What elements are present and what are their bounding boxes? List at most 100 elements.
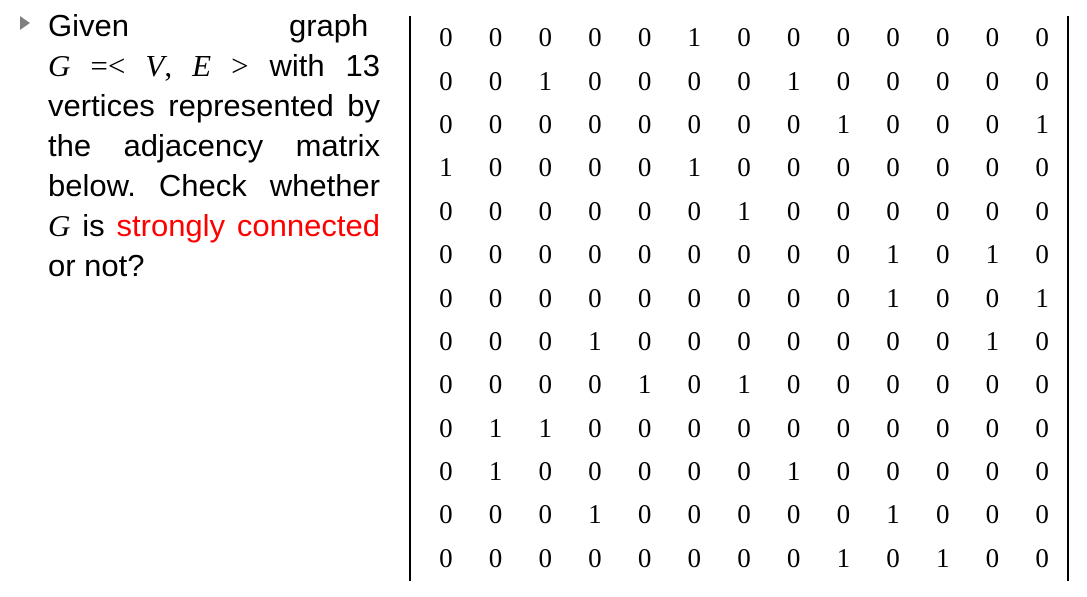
- matrix-cell: 1: [886, 239, 900, 270]
- matrix-cell: 0: [637, 195, 652, 226]
- matrix-cell: 0: [637, 239, 652, 270]
- matrix-cell: 0: [786, 282, 801, 313]
- matrix-row: 0 0 0 1 0 0 0 0 0 1 0 0 0: [411, 493, 1067, 536]
- matrix-cell: 0: [737, 456, 751, 487]
- matrix-cell: 0: [439, 499, 453, 530]
- matrix-cell: 0: [488, 325, 503, 356]
- matrix-cell: 0: [935, 369, 950, 400]
- matrix-cell: 0: [637, 499, 652, 530]
- matrix-cell: 0: [786, 325, 801, 356]
- matrix-cell: 0: [886, 152, 900, 183]
- matrix-cell: 1: [935, 542, 950, 573]
- matrix-cell: 0: [786, 22, 801, 53]
- matrix-cell: 0: [786, 412, 801, 443]
- matrix-cell: 0: [1035, 369, 1049, 400]
- matrix-row: 0 0 0 0 0 1 0 0 0 0 0 0 0: [411, 16, 1067, 59]
- matrix-cell: 0: [687, 282, 702, 313]
- matrix-cell: 0: [786, 542, 801, 573]
- matrix-cell: 0: [985, 499, 1000, 530]
- matrix-cell: 1: [737, 195, 751, 226]
- adjacency-matrix: 0 0 0 0 0 1 0 0 0 0 0 0 0 0 0 1 0 0 0 0 1 0 0 0 0 0 0 0 0 0 0 0 0 0 1 0 0 0 1 1…: [409, 16, 1069, 581]
- matrix-cell: 0: [588, 22, 602, 53]
- matrix-cell: 0: [637, 65, 652, 96]
- matrix-cell: 0: [588, 239, 602, 270]
- math-v: V: [145, 48, 165, 83]
- matrix-cell: 0: [786, 239, 801, 270]
- matrix-cell: 0: [588, 412, 602, 443]
- matrix-cell: 0: [439, 65, 453, 96]
- matrix-cell: 0: [439, 22, 453, 53]
- matrix-cell: 0: [886, 542, 900, 573]
- matrix-cell: 0: [935, 239, 950, 270]
- matrix-cell: 0: [1035, 412, 1049, 443]
- math-g2: G: [48, 208, 71, 243]
- matrix-cell: 0: [687, 325, 702, 356]
- matrix-cell: 0: [786, 369, 801, 400]
- matrix-cell: 0: [588, 542, 602, 573]
- matrix-cell: 0: [985, 108, 1000, 139]
- matrix-cell: 0: [935, 195, 950, 226]
- matrix-cell: 0: [588, 282, 602, 313]
- matrix-cell: 0: [687, 65, 702, 96]
- matrix-cell: 1: [836, 542, 851, 573]
- matrix-cell: 1: [1035, 282, 1049, 313]
- matrix-cell: 0: [985, 412, 1000, 443]
- matrix-cell: 1: [538, 65, 552, 96]
- matrix-cell: 0: [737, 152, 751, 183]
- matrix-cell: 0: [935, 108, 950, 139]
- text-is: is: [70, 208, 117, 243]
- matrix-cell: 0: [1035, 325, 1049, 356]
- matrix-cell: 0: [886, 195, 900, 226]
- matrix-cell: 0: [1035, 542, 1049, 573]
- bullet-arrow-icon: [20, 16, 30, 30]
- matrix-cell: 1: [637, 369, 652, 400]
- matrix-cell: 0: [588, 369, 602, 400]
- matrix-cell: 0: [538, 195, 552, 226]
- matrix-cell: 0: [836, 239, 851, 270]
- matrix-row: 1 0 0 0 0 1 0 0 0 0 0 0 0: [411, 146, 1067, 189]
- matrix-cell: 0: [737, 65, 751, 96]
- matrix-cell: 0: [985, 65, 1000, 96]
- matrix-cell: 0: [637, 22, 652, 53]
- matrix-cell: 1: [687, 22, 702, 53]
- matrix-cell: 0: [935, 412, 950, 443]
- matrix-cell: 0: [836, 499, 851, 530]
- matrix-cell: 0: [439, 282, 453, 313]
- matrix-row: 0 0 1 0 0 0 0 1 0 0 0 0 0: [411, 59, 1067, 102]
- matrix-row: 0 0 0 0 0 0 0 0 1 0 1 0 0: [411, 537, 1067, 580]
- matrix-cell: 0: [439, 456, 453, 487]
- matrix-cell: 1: [588, 499, 602, 530]
- math-e: E: [192, 48, 212, 83]
- matrix-cell: 1: [439, 152, 453, 183]
- matrix-cell: 0: [886, 456, 900, 487]
- matrix-row: 0 0 0 0 1 0 1 0 0 0 0 0 0: [411, 363, 1067, 406]
- matrix-cell: 1: [985, 239, 1000, 270]
- matrix-cell: 0: [786, 108, 801, 139]
- matrix-cell: 0: [488, 239, 503, 270]
- matrix-cell: 1: [737, 369, 751, 400]
- matrix-cell: 0: [985, 152, 1000, 183]
- matrix-cell: 0: [687, 108, 702, 139]
- matrix-cell: 0: [637, 108, 652, 139]
- matrix-cell: 1: [985, 325, 1000, 356]
- matrix-cell: 0: [588, 456, 602, 487]
- matrix-cell: 1: [836, 108, 851, 139]
- matrix-cell: 0: [637, 542, 652, 573]
- matrix-cell: 0: [786, 195, 801, 226]
- matrix-cell: 0: [985, 195, 1000, 226]
- matrix-cell: 0: [687, 369, 702, 400]
- matrix-cell: 0: [1035, 152, 1049, 183]
- matrix-cell: 1: [886, 499, 900, 530]
- matrix-cell: 0: [687, 239, 702, 270]
- matrix-cell: 0: [935, 22, 950, 53]
- matrix-cell: 0: [737, 282, 751, 313]
- word-given: Given: [48, 8, 129, 43]
- matrix-cell: 0: [836, 282, 851, 313]
- matrix-cell: 0: [538, 325, 552, 356]
- matrix-cell: 1: [687, 152, 702, 183]
- matrix-cell: 0: [836, 456, 851, 487]
- matrix-cell: 0: [439, 542, 453, 573]
- matrix-cell: 0: [886, 369, 900, 400]
- matrix-cell: 0: [935, 65, 950, 96]
- matrix-cell: 0: [737, 239, 751, 270]
